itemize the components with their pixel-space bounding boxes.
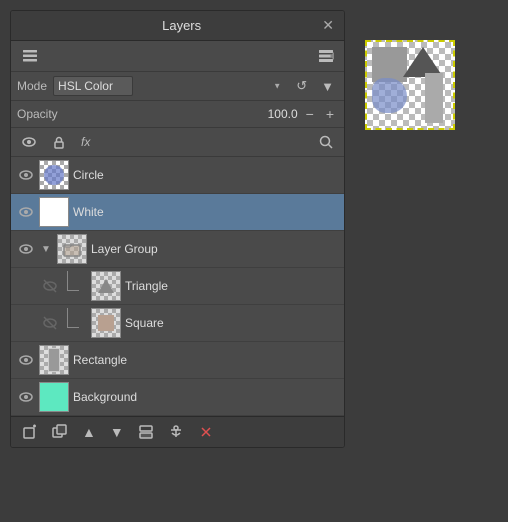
delete-icon <box>198 424 214 440</box>
preview-blob <box>372 78 407 113</box>
layer-name-circle: Circle <box>73 168 338 182</box>
layer-name-group: Layer Group <box>91 242 338 256</box>
opacity-label: Opacity <box>17 107 259 121</box>
eye-open-icon4 <box>18 389 34 405</box>
panel-title: Layers <box>41 18 322 33</box>
visibility-toggle-button[interactable] <box>17 132 41 152</box>
layer-name-background: Background <box>73 390 338 404</box>
layer-visibility-background[interactable] <box>17 388 35 406</box>
layer-visibility-white[interactable] <box>17 203 35 221</box>
layers-menu-button[interactable] <box>17 45 43 67</box>
layers-panel: Layers ✕ Mode HSL Color Norm <box>10 10 345 448</box>
layer-visibility-rectangle[interactable] <box>17 351 35 369</box>
eye-hidden-icon2 <box>42 315 58 331</box>
icon-btn-row: fx <box>11 128 344 157</box>
delete-layer-button[interactable] <box>193 421 219 443</box>
move-up-button[interactable]: ▲ <box>77 421 101 443</box>
layer-name-triangle: Triangle <box>125 279 338 293</box>
merge-icon <box>138 424 154 440</box>
layer-item-rectangle[interactable]: Rectangle <box>11 342 344 379</box>
eye-hidden-icon <box>42 278 58 294</box>
opacity-row: Opacity 100.0 − + <box>11 101 344 128</box>
eye-open-icon <box>18 167 34 183</box>
eye-open-icon3 <box>18 352 34 368</box>
layer-thumb-circle <box>39 160 69 190</box>
layer-name-white: White <box>73 205 338 219</box>
layer-name-square: Square <box>125 316 338 330</box>
panel-menu-button[interactable] <box>314 46 338 66</box>
layer-visibility-triangle[interactable] <box>41 277 59 295</box>
layer-item-group[interactable]: ▼ Layer Group <box>11 231 344 268</box>
layer-thumb-white <box>39 197 69 227</box>
layer-name-rectangle: Rectangle <box>73 353 338 367</box>
bottom-toolbar: ▲ ▼ <box>11 416 344 447</box>
layer-item-triangle[interactable]: Triangle <box>11 268 344 305</box>
lock-button[interactable] <box>47 132 71 152</box>
anchor-icon <box>168 424 184 440</box>
layer-item-square[interactable]: Square <box>11 305 344 342</box>
fx-button[interactable]: fx <box>77 133 94 151</box>
merge-button[interactable] <box>133 421 159 443</box>
tree-line-triangle <box>67 271 79 291</box>
mode-label: Mode <box>17 79 47 93</box>
group-folder-icon <box>63 240 81 258</box>
close-button[interactable]: ✕ <box>322 17 334 34</box>
new-layer-button[interactable] <box>17 421 43 443</box>
opacity-plus-button[interactable]: + <box>322 104 338 124</box>
layer-item-background[interactable]: Background <box>11 379 344 416</box>
layer-thumb-square <box>91 308 121 338</box>
mode-select[interactable]: HSL Color Normal Multiply Screen <box>53 76 133 96</box>
eye-open-icon <box>18 241 34 257</box>
duplicate-layer-button[interactable] <box>47 421 73 443</box>
search-icon <box>318 134 334 150</box>
mode-reset-button[interactable]: ↺ <box>292 76 311 96</box>
layer-visibility-circle[interactable] <box>17 166 35 184</box>
collapse-arrow-group[interactable]: ▼ <box>39 244 53 255</box>
opacity-value: 100.0 <box>263 107 298 121</box>
mode-select-wrap: HSL Color Normal Multiply Screen <box>53 76 286 96</box>
group-indent-square <box>63 308 83 338</box>
mode-row: Mode HSL Color Normal Multiply Screen ↺ … <box>11 72 344 101</box>
opacity-minus-button[interactable]: − <box>302 104 318 124</box>
canvas-preview <box>365 40 455 130</box>
layers-list: Circle White ▼ <box>11 157 344 416</box>
group-indent-triangle <box>63 271 83 301</box>
lock-icon <box>51 134 67 150</box>
panel-titlebar: Layers ✕ <box>11 11 344 41</box>
layer-visibility-group[interactable] <box>17 240 35 258</box>
tree-line-square <box>67 308 79 328</box>
new-layer-icon <box>22 424 38 440</box>
layer-thumb-background <box>39 382 69 412</box>
eye-open-icon <box>18 204 34 220</box>
toolbar-row-1 <box>11 41 344 72</box>
move-down-button[interactable]: ▼ <box>105 421 129 443</box>
layer-item-white[interactable]: White <box>11 194 344 231</box>
preview-square <box>372 47 407 82</box>
layers-icon <box>21 47 39 65</box>
layer-thumb-rect <box>39 345 69 375</box>
layer-visibility-square[interactable] <box>41 314 59 332</box>
layer-item-circle[interactable]: Circle <box>11 157 344 194</box>
search-button[interactable] <box>314 132 338 152</box>
panel-menu-icon <box>318 48 334 64</box>
layer-thumb-group <box>57 234 87 264</box>
mode-options-button[interactable]: ▼ <box>317 77 338 96</box>
layer-thumb-triangle <box>91 271 121 301</box>
preview-bar <box>425 73 443 123</box>
anchor-button[interactable] <box>163 421 189 443</box>
duplicate-icon <box>52 424 68 440</box>
eye-icon <box>21 134 37 150</box>
